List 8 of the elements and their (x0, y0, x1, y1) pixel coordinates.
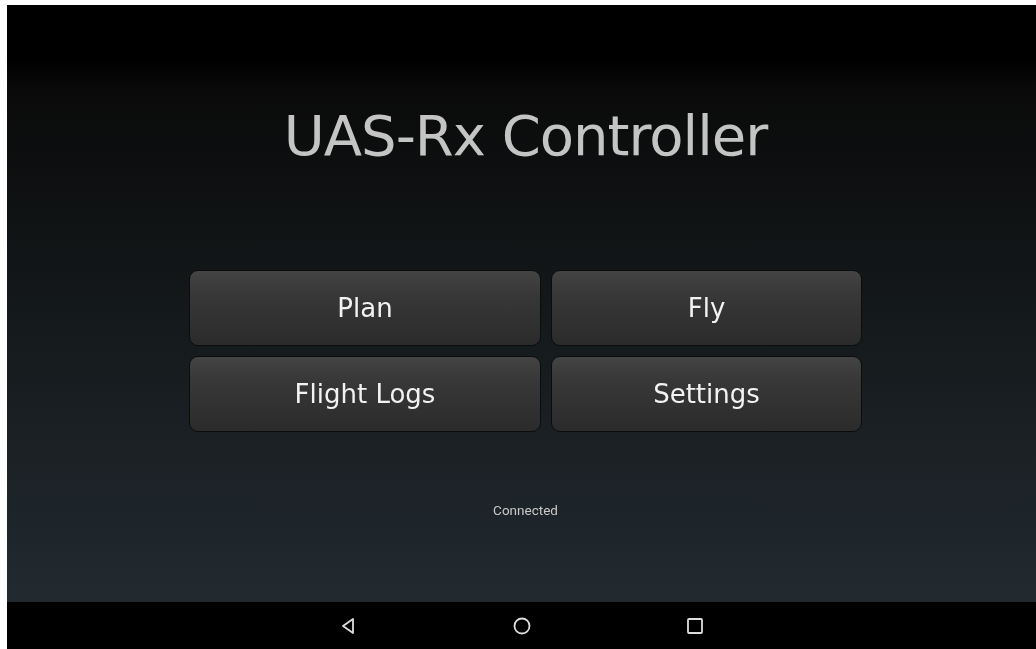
menu-button[interactable]: Flight Logs (189, 356, 541, 432)
menu-button[interactable]: Fly (551, 270, 862, 346)
menu-button[interactable]: Settings (551, 356, 862, 432)
menu-button[interactable]: Plan (189, 270, 541, 346)
app-title: UAS-Rx Controller (283, 103, 768, 168)
home-icon[interactable] (512, 616, 531, 635)
recents-icon[interactable] (685, 616, 704, 635)
connection-status: Connected (493, 502, 558, 518)
